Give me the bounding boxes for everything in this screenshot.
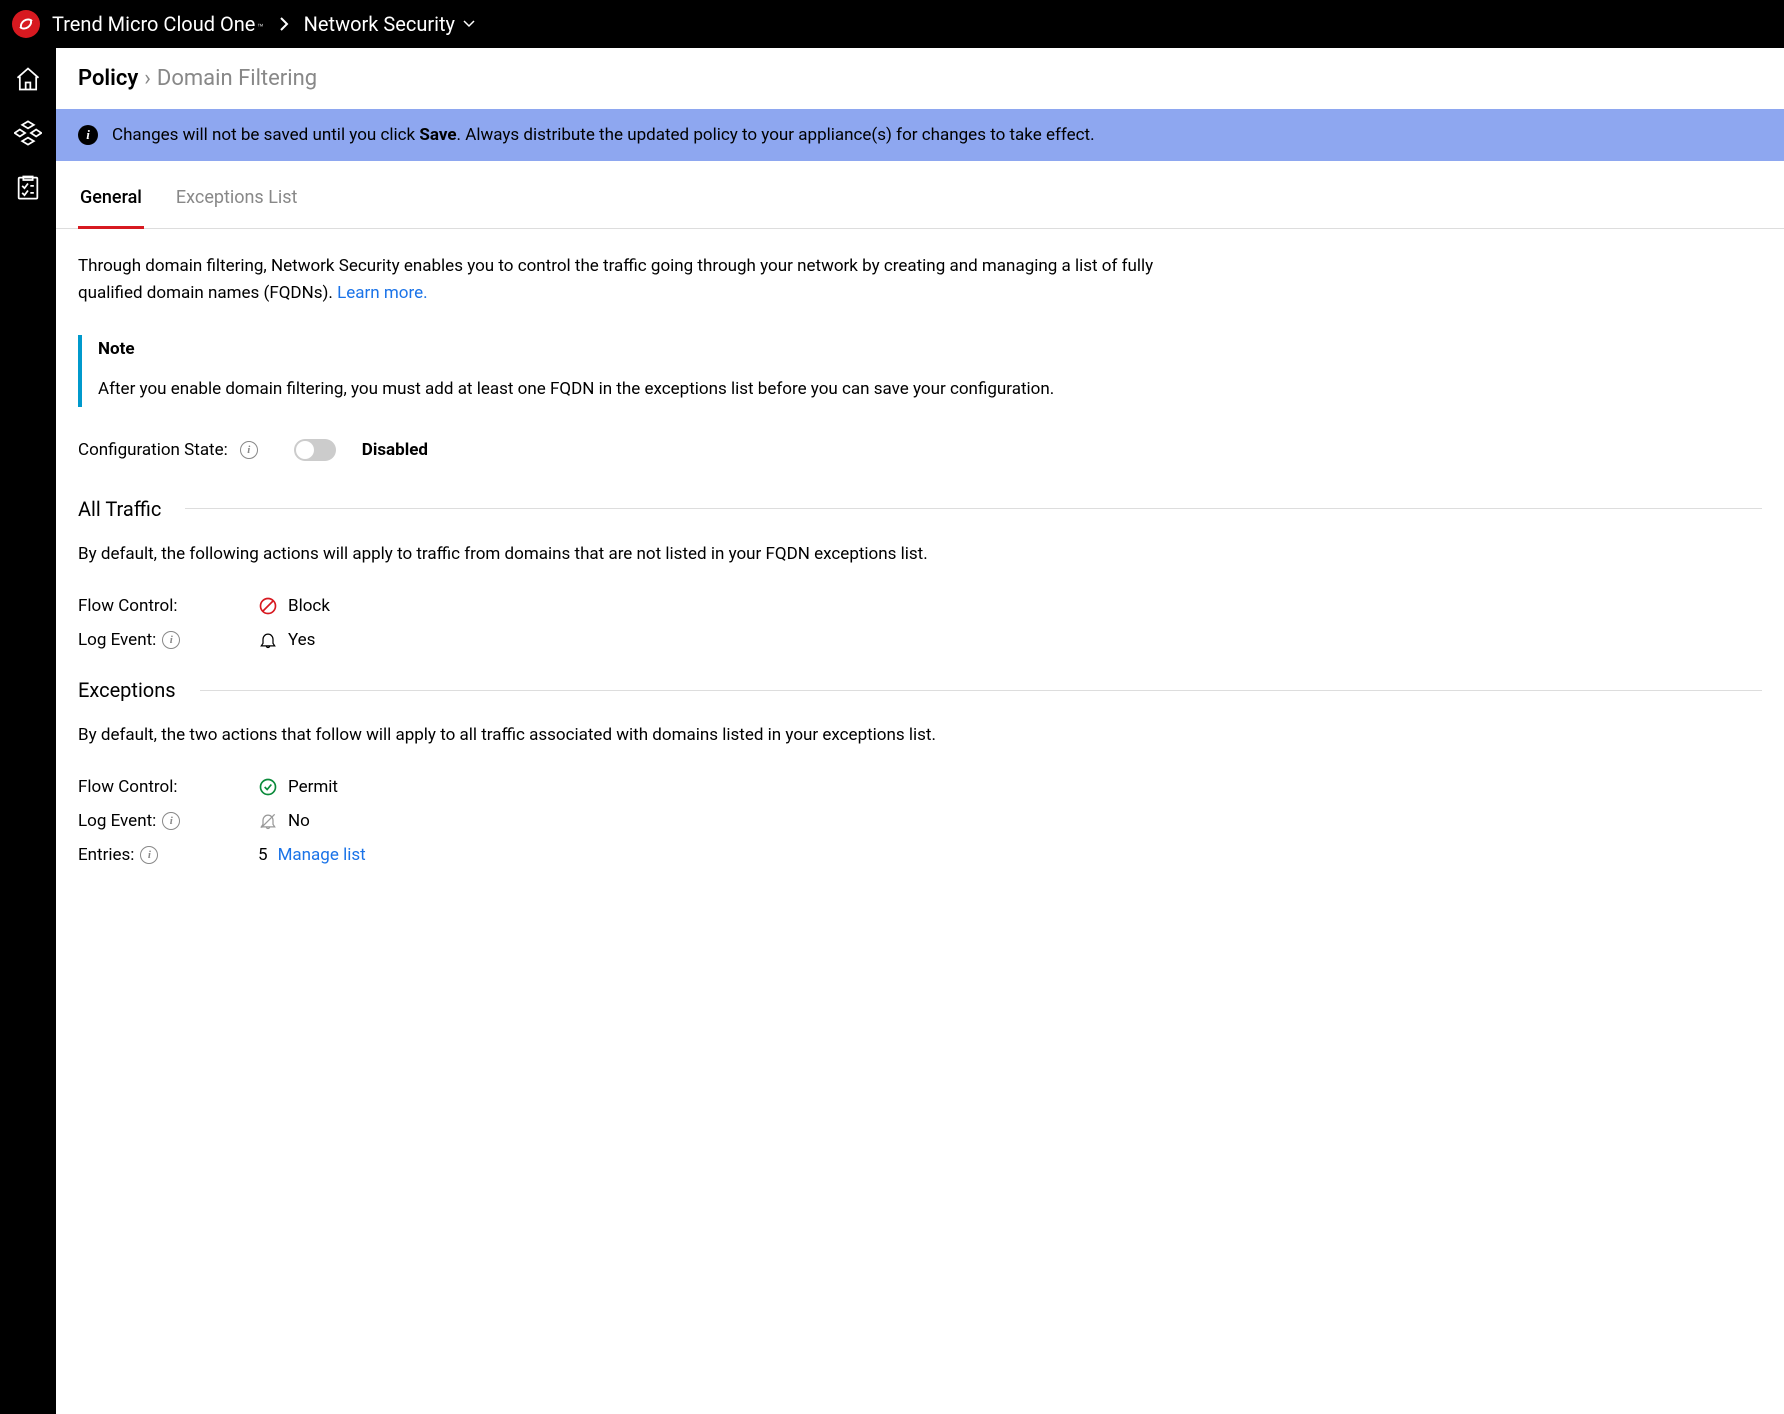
all-traffic-heading: All Traffic xyxy=(78,497,1762,521)
info-hint-icon[interactable]: i xyxy=(240,441,258,459)
intro-body: Through domain filtering, Network Securi… xyxy=(78,256,1153,303)
config-state-label: Configuration State: xyxy=(78,440,228,460)
flow-control-label: Flow Control: xyxy=(78,777,177,797)
flow-control-value: Block xyxy=(288,596,330,616)
learn-more-link[interactable]: Learn more. xyxy=(337,283,428,303)
all-traffic-desc: By default, the following actions will a… xyxy=(78,541,1762,568)
info-hint-icon[interactable]: i xyxy=(140,846,158,864)
breadcrumb-root[interactable]: Policy xyxy=(78,66,138,91)
exceptions-flow-control: Flow Control: Permit xyxy=(78,777,1762,797)
exceptions-entries: Entries: i 5 Manage list xyxy=(78,845,1762,865)
home-icon[interactable] xyxy=(13,64,43,94)
entries-label: Entries: xyxy=(78,845,134,865)
divider xyxy=(185,508,1762,509)
product-label: Network Security xyxy=(304,12,455,36)
breadcrumb-separator: › xyxy=(144,66,151,91)
flow-control-value: Permit xyxy=(288,777,338,797)
log-event-label: Log Event: xyxy=(78,811,156,831)
brand-text: Trend Micro Cloud One xyxy=(52,12,255,36)
breadcrumb: Policy › Domain Filtering xyxy=(56,48,1784,109)
top-header: Trend Micro Cloud One ™ Network Security xyxy=(0,0,1784,48)
exceptions-heading: Exceptions xyxy=(78,678,1762,702)
info-icon: i xyxy=(78,125,98,145)
flow-control-label: Flow Control: xyxy=(78,596,177,616)
intro-text: Through domain filtering, Network Securi… xyxy=(78,253,1178,307)
brand-logo xyxy=(12,10,40,38)
tabs: General Exceptions List xyxy=(56,169,1784,229)
modules-icon[interactable] xyxy=(13,118,43,148)
all-traffic-flow-control: Flow Control: Block xyxy=(78,596,1762,616)
all-traffic-log-event: Log Event: i Yes xyxy=(78,630,1762,650)
bell-off-icon xyxy=(258,811,278,831)
sidebar xyxy=(0,48,56,1414)
bell-icon xyxy=(258,630,278,650)
info-hint-icon[interactable]: i xyxy=(162,812,180,830)
banner-suffix: . Always distribute the updated policy t… xyxy=(457,125,1095,145)
log-event-value: Yes xyxy=(288,630,315,650)
toggle-knob xyxy=(296,441,314,459)
entries-count: 5 xyxy=(258,845,268,865)
config-state-value: Disabled xyxy=(362,440,428,460)
note-body: After you enable domain filtering, you m… xyxy=(98,377,1746,403)
chevron-right-icon xyxy=(278,16,290,32)
checklist-icon[interactable] xyxy=(13,172,43,202)
config-state-toggle[interactable] xyxy=(294,439,336,461)
product-dropdown[interactable]: Network Security xyxy=(304,12,475,36)
config-state-row: Configuration State: i Disabled xyxy=(78,439,1762,461)
banner-prefix: Changes will not be saved until you clic… xyxy=(112,125,419,145)
tab-general[interactable]: General xyxy=(78,169,144,229)
banner-text: Changes will not be saved until you clic… xyxy=(112,125,1095,145)
log-event-label: Log Event: xyxy=(78,630,156,650)
main-content: Policy › Domain Filtering i Changes will… xyxy=(56,48,1784,1414)
manage-list-link[interactable]: Manage list xyxy=(278,845,366,865)
brand-name[interactable]: Trend Micro Cloud One ™ xyxy=(52,12,264,36)
trademark: ™ xyxy=(257,23,263,34)
block-icon xyxy=(258,596,278,616)
info-banner: i Changes will not be saved until you cl… xyxy=(56,109,1784,161)
chevron-down-icon xyxy=(463,19,475,29)
exceptions-title: Exceptions xyxy=(78,678,176,702)
banner-bold: Save xyxy=(419,125,456,145)
all-traffic-title: All Traffic xyxy=(78,497,161,521)
note-title: Note xyxy=(98,339,1746,359)
log-event-value: No xyxy=(288,811,310,831)
breadcrumb-current: Domain Filtering xyxy=(157,66,317,91)
exceptions-desc: By default, the two actions that follow … xyxy=(78,722,1762,749)
divider xyxy=(200,690,1762,691)
info-hint-icon[interactable]: i xyxy=(162,631,180,649)
permit-icon xyxy=(258,777,278,797)
note-box: Note After you enable domain filtering, … xyxy=(78,335,1762,407)
exceptions-log-event: Log Event: i No xyxy=(78,811,1762,831)
tab-exceptions-list[interactable]: Exceptions List xyxy=(174,169,300,229)
